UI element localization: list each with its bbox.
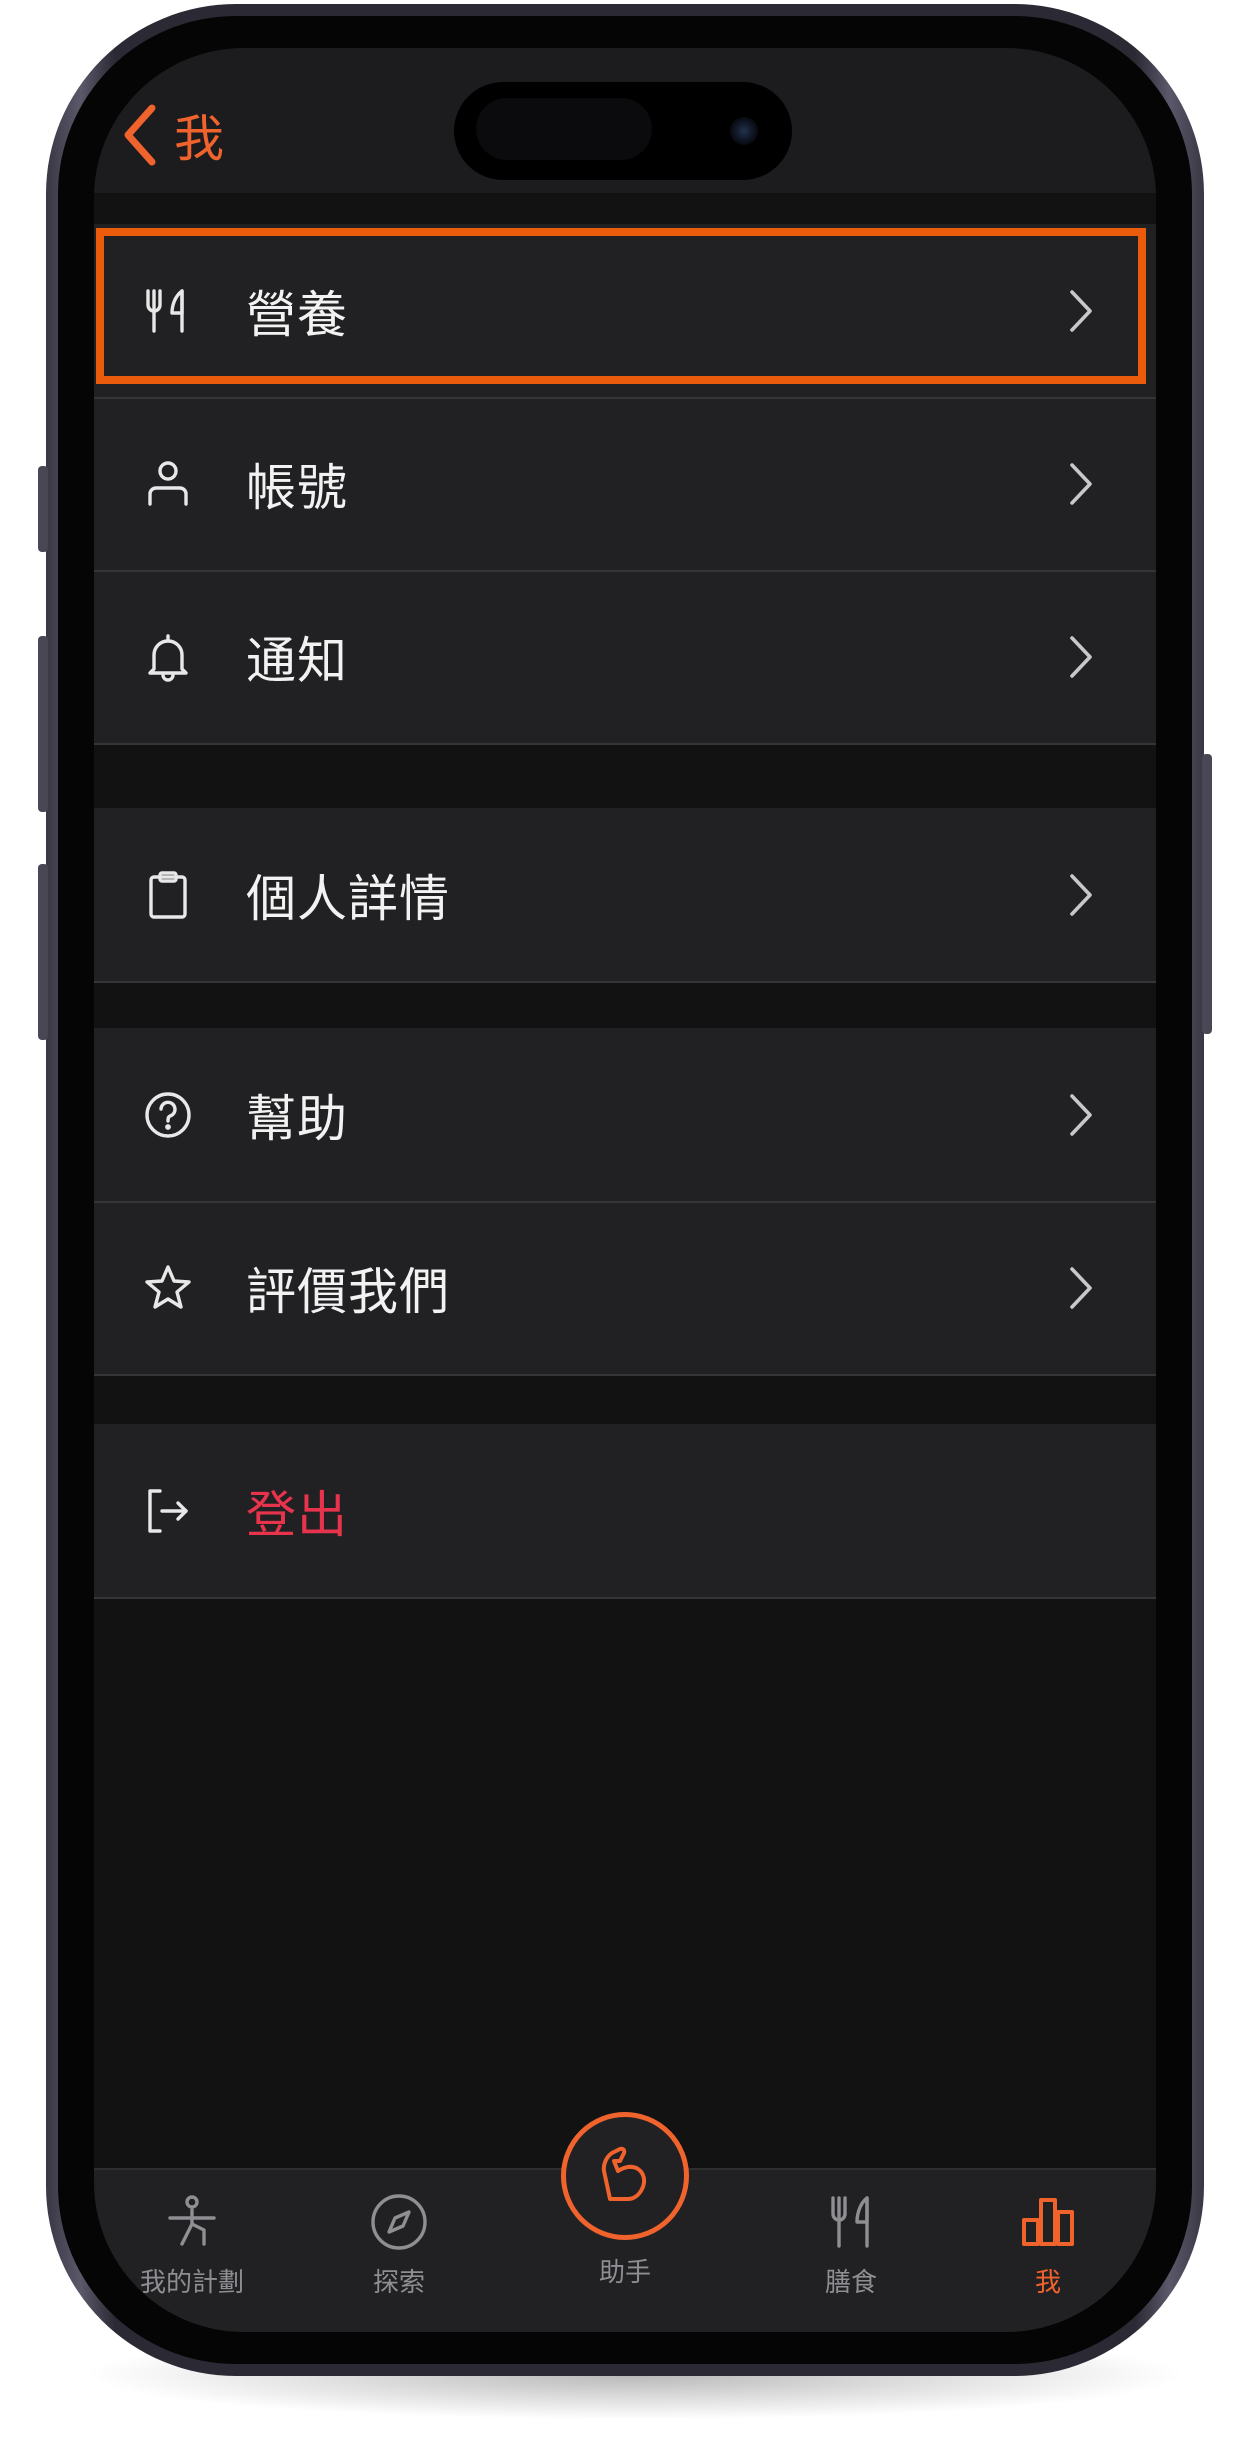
tab-explore[interactable]: 探索 bbox=[319, 2190, 479, 2310]
chevron-right-icon bbox=[1066, 870, 1096, 920]
logout-icon bbox=[142, 1485, 194, 1537]
clipboard-icon bbox=[142, 869, 194, 921]
dynamic-island bbox=[454, 82, 792, 180]
island-sensor bbox=[476, 98, 652, 160]
chevron-left-icon bbox=[124, 104, 156, 166]
chevron-right-icon bbox=[1066, 1263, 1096, 1313]
tab-me[interactable]: 我 bbox=[968, 2190, 1128, 2310]
tab-meals[interactable]: 膳食 bbox=[771, 2190, 931, 2310]
back-label: 我 bbox=[174, 110, 224, 168]
tab-label-meals: 膳食 bbox=[824, 2268, 877, 2298]
action-button bbox=[38, 466, 48, 552]
settings-group-1: 營養 帳號 通知 bbox=[94, 224, 1156, 745]
bell-icon bbox=[142, 631, 194, 683]
menu-item-help[interactable]: 幫助 bbox=[94, 1028, 1156, 1201]
star-icon bbox=[142, 1262, 194, 1314]
chevron-right-icon bbox=[1066, 1090, 1096, 1140]
menu-item-notifications[interactable]: 通知 bbox=[94, 570, 1156, 743]
menu-item-account[interactable]: 帳號 bbox=[94, 397, 1156, 570]
bar-chart-icon bbox=[1022, 2198, 1074, 2246]
menu-label-nutrition: 營養 bbox=[246, 285, 348, 344]
chevron-right-icon bbox=[1066, 459, 1096, 509]
power-button bbox=[1202, 754, 1212, 1034]
tab-label-assistant: 助手 bbox=[598, 2258, 651, 2288]
compass-icon bbox=[371, 2194, 427, 2250]
question-circle-icon bbox=[142, 1089, 194, 1141]
chevron-right-icon bbox=[1066, 632, 1096, 682]
settings-group-4: 登出 bbox=[94, 1424, 1156, 1599]
menu-label-notifications: 通知 bbox=[246, 631, 348, 690]
back-button[interactable]: 我 bbox=[122, 100, 224, 170]
settings-group-3: 幫助 評價我們 bbox=[94, 1028, 1156, 1376]
assistant-button[interactable] bbox=[561, 2112, 689, 2240]
menu-label-help: 幫助 bbox=[246, 1089, 348, 1148]
menu-item-personal-details[interactable]: 個人詳情 bbox=[94, 808, 1156, 981]
flexed-arm-icon bbox=[601, 2146, 647, 2201]
menu-label-logout: 登出 bbox=[246, 1485, 348, 1544]
tab-plan[interactable]: 我的計劃 bbox=[112, 2190, 272, 2310]
volume-up-button bbox=[38, 636, 48, 812]
fork-knife-icon bbox=[142, 285, 194, 337]
settings-group-2: 個人詳情 bbox=[94, 808, 1156, 983]
menu-label-personal-details: 個人詳情 bbox=[246, 869, 450, 928]
person-icon bbox=[142, 458, 194, 510]
menu-item-nutrition[interactable]: 營養 bbox=[94, 224, 1156, 397]
tab-label-explore: 探索 bbox=[372, 2268, 425, 2298]
tab-label-me: 我 bbox=[1034, 2268, 1061, 2298]
menu-label-account: 帳號 bbox=[246, 458, 348, 517]
tab-label-plan: 我的計劃 bbox=[139, 2268, 244, 2298]
app-screen: 我 營養 帳號 通知 個人詳情 幫助 評價我們 登出 我的計劃 探索 膳食 我 … bbox=[94, 48, 1156, 2332]
chevron-right-icon bbox=[1066, 286, 1096, 336]
menu-label-rate-us: 評價我們 bbox=[246, 1262, 450, 1321]
fork-knife-icon bbox=[831, 2196, 869, 2248]
stretch-figure-icon bbox=[168, 2195, 216, 2246]
menu-item-rate-us[interactable]: 評價我們 bbox=[94, 1201, 1156, 1374]
volume-down-button bbox=[38, 864, 48, 1040]
menu-item-logout[interactable]: 登出 bbox=[94, 1424, 1156, 1597]
front-camera bbox=[730, 117, 758, 145]
